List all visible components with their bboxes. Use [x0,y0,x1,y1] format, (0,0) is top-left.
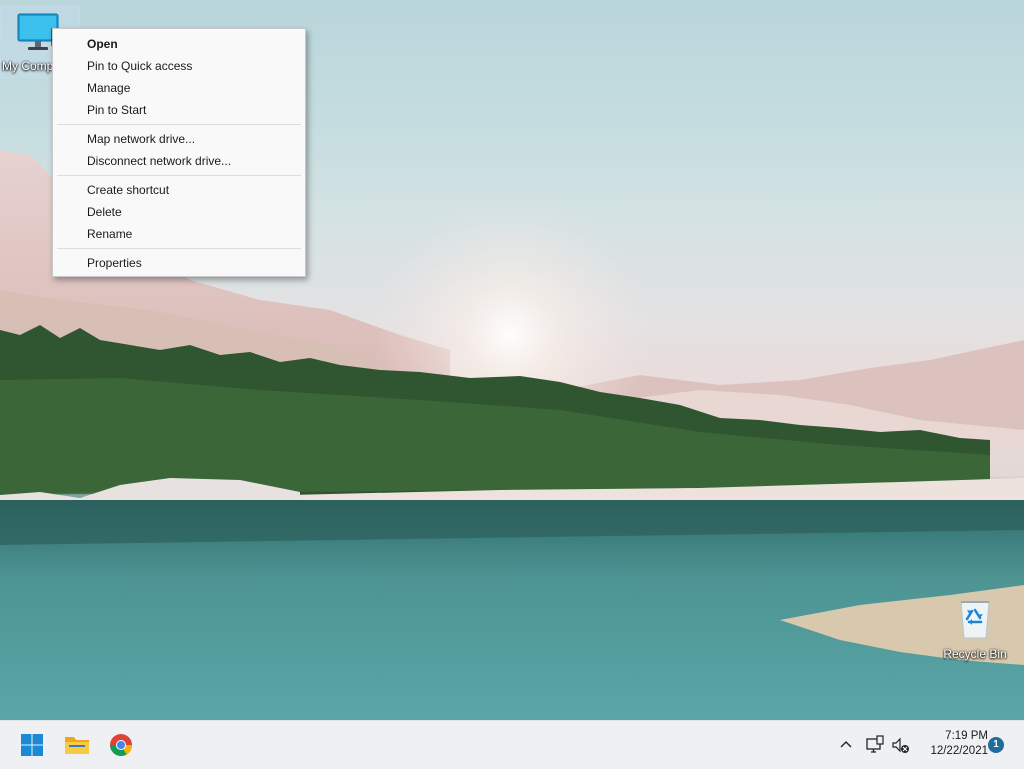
menu-separator [57,124,301,125]
desktop-icon-recycle-bin[interactable]: Recycle Bin [937,598,1013,661]
speaker-muted-icon [892,737,909,753]
context-menu: Open Pin to Quick access Manage Pin to S… [52,28,306,277]
menu-item-disconnect-network-drive[interactable]: Disconnect network drive... [53,150,305,172]
menu-item-properties[interactable]: Properties [53,252,305,274]
chrome-button[interactable] [103,727,139,763]
notification-badge[interactable]: 1 [988,737,1004,753]
windows-start-icon [21,734,43,756]
menu-item-create-shortcut[interactable]: Create shortcut [53,179,305,201]
menu-item-open[interactable]: Open [53,33,305,55]
menu-item-rename[interactable]: Rename [53,223,305,245]
menu-separator [57,248,301,249]
menu-separator [57,175,301,176]
clock-time: 7:19 PM [945,730,988,742]
start-button[interactable] [14,727,50,763]
network-icon [866,735,884,753]
clock-date: 12/22/2021 [930,745,988,757]
volume-button[interactable] [890,734,912,756]
menu-item-pin-to-start[interactable]: Pin to Start [53,99,305,121]
folder-icon [65,737,89,754]
chrome-icon [110,734,132,756]
show-hidden-icons-button[interactable] [836,733,856,755]
file-explorer-button[interactable] [59,727,95,763]
network-status-button[interactable] [864,734,886,756]
system-clock[interactable]: 7:19 PM 12/22/2021 [912,729,988,759]
menu-item-pin-to-quick-access[interactable]: Pin to Quick access [53,55,305,77]
desktop-icon-label: Recycle Bin [943,647,1007,661]
taskbar: 7:19 PM 12/22/2021 1 [0,720,1024,769]
menu-item-map-network-drive[interactable]: Map network drive... [53,128,305,150]
menu-item-manage[interactable]: Manage [53,77,305,99]
chevron-up-icon [840,741,852,748]
recycle-bin-icon [955,598,995,645]
menu-item-delete[interactable]: Delete [53,201,305,223]
